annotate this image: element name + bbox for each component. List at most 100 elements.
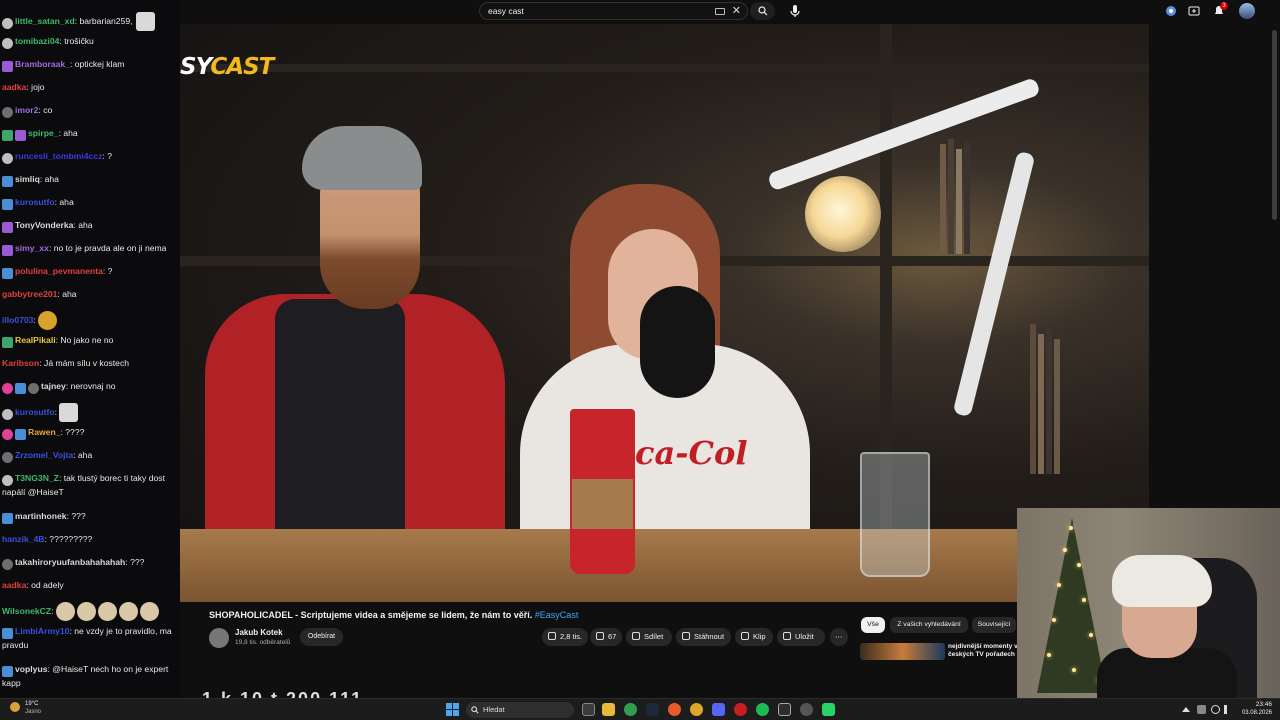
studio-icon[interactable]	[1164, 4, 1178, 18]
chat-username[interactable]: tajney	[41, 381, 66, 391]
chat-username[interactable]: Zrzomel_Vojta	[15, 450, 73, 460]
video-player[interactable]: SYCAST ca-Col	[180, 24, 1149, 602]
download-icon	[682, 632, 690, 640]
channel-name[interactable]: Jakub Kotek	[235, 628, 283, 637]
chat-username[interactable]: WilsonekCZ	[2, 606, 51, 616]
chat-username[interactable]: simy_xx	[15, 243, 49, 253]
chat-message: tajney: nerovnaj no	[2, 380, 178, 395]
discord-icon[interactable]	[712, 703, 725, 716]
badge-icon	[2, 409, 13, 420]
badge-icon	[15, 429, 26, 441]
keyboard-icon[interactable]	[715, 8, 725, 15]
steam-icon[interactable]	[646, 703, 659, 716]
chrome-icon[interactable]	[690, 703, 703, 716]
chat-text: ???	[71, 511, 86, 521]
clock-date[interactable]: 03.08.2026	[1238, 710, 1272, 716]
search-button[interactable]	[750, 2, 775, 20]
chat-username[interactable]: Bramboraak_	[15, 59, 70, 69]
create-icon[interactable]	[1187, 4, 1201, 18]
chat-text: optickej klam	[74, 59, 125, 69]
tray-chevron-icon[interactable]	[1182, 707, 1190, 712]
emote-icon	[97, 602, 117, 621]
chat-username[interactable]: aadka	[2, 580, 26, 590]
chat-username[interactable]: polulina_pevmanenta	[15, 266, 103, 276]
chat-message: little_satan_xd: barbarian259,	[2, 12, 178, 31]
chat-username[interactable]: gabbytree201	[2, 289, 57, 299]
network-icon[interactable]	[1211, 705, 1220, 714]
search-input[interactable]: easy cast ✕	[479, 2, 748, 20]
weather-icon[interactable]	[10, 702, 20, 712]
taskbar-search[interactable]: Hledat	[466, 702, 574, 718]
hashtag-link[interactable]: #EasyCast	[535, 610, 579, 620]
whatsapp-icon[interactable]	[822, 703, 835, 716]
file-explorer-icon[interactable]	[602, 703, 615, 716]
chat-username[interactable]: illo0703	[2, 315, 34, 325]
task-view-icon[interactable]	[582, 703, 595, 716]
chat-message: imor2: co	[2, 104, 178, 119]
chat-username[interactable]: TonyVonderka	[15, 220, 73, 230]
chat-text: ?	[107, 151, 112, 161]
scrollbar[interactable]	[1272, 30, 1277, 220]
chat-text: aha	[63, 128, 78, 138]
streamer-hair	[1112, 555, 1212, 607]
more-actions-button[interactable]: ⋯	[830, 628, 848, 646]
avatar[interactable]	[1239, 3, 1255, 19]
app-icon[interactable]	[778, 703, 791, 716]
chat-message: Karibson: Já mám sílu v kostech	[2, 358, 130, 368]
chat-text: trošičku	[64, 36, 94, 46]
chrome-icon[interactable]	[624, 703, 637, 716]
chat-username[interactable]: Rawen_	[28, 427, 60, 437]
firefox-icon[interactable]	[668, 703, 681, 716]
clock-time[interactable]: 23:46	[1242, 701, 1272, 708]
chat-message: aadka: od adely	[2, 580, 64, 590]
like-button[interactable]: 2,8 tis.	[542, 628, 588, 646]
chat-username[interactable]: kurosutfo	[15, 407, 55, 417]
chat-username[interactable]: imor2	[15, 105, 38, 115]
save-button[interactable]: Uložit	[777, 628, 825, 646]
badge-icon	[2, 222, 13, 234]
chat-message: TonyVonderka: aha	[2, 219, 178, 234]
chat-username[interactable]: little_satan_xd	[15, 16, 75, 26]
subscribe-button[interactable]: Odebírat	[300, 628, 343, 646]
chat-username[interactable]: martinhonek	[15, 511, 67, 521]
badge-icon	[2, 176, 13, 188]
chat-text: aha	[59, 197, 74, 207]
dislike-button[interactable]: 67	[590, 628, 622, 646]
man-cap	[302, 126, 422, 190]
recommended-video-thumbnail[interactable]	[860, 643, 945, 660]
channel-avatar[interactable]	[209, 628, 229, 648]
chat-username[interactable]: aadka	[2, 82, 26, 92]
voice-search-icon[interactable]	[787, 3, 803, 19]
app-icon[interactable]	[800, 703, 813, 716]
chat-username[interactable]: spirpe_	[28, 128, 59, 138]
youtube-top-bar: easy cast ✕ 3	[180, 0, 1280, 24]
download-button[interactable]: Stáhnout	[676, 628, 731, 646]
clear-search-icon[interactable]: ✕	[732, 4, 741, 17]
opera-icon[interactable]	[734, 703, 747, 716]
chip-related[interactable]: Související	[972, 617, 1016, 633]
chat-username[interactable]: voplyus	[15, 664, 47, 674]
chat-message: T3NG3N_Z: tak tlustý borec ti taky dost …	[2, 473, 165, 498]
share-button[interactable]: Sdílet	[626, 628, 672, 646]
badge-icon	[2, 268, 13, 280]
chat-username[interactable]: LimbiArmy10	[15, 626, 69, 636]
recommended-video-title[interactable]: nejdivnější momenty v českých TV pořadec…	[948, 643, 1018, 659]
clip-button[interactable]: Klip	[735, 628, 773, 646]
chat-username[interactable]: RealPikali	[15, 335, 56, 345]
volume-icon[interactable]	[1224, 705, 1233, 714]
chip-from-searches[interactable]: Z vašich vyhledávání	[890, 617, 968, 633]
chat-username[interactable]: hanzik_4B	[2, 534, 45, 544]
chat-username[interactable]: runcesli_tombmi4ccz	[15, 151, 102, 161]
channel-logo: SYCAST	[180, 54, 274, 80]
chat-username[interactable]: tomibazi04	[15, 36, 59, 46]
chat-username[interactable]: kurosutfo	[15, 197, 55, 207]
chip-all[interactable]: Vše	[861, 617, 885, 633]
windows-start-icon[interactable]	[446, 703, 459, 716]
emote-icon	[38, 311, 58, 330]
chat-username[interactable]: simliq	[15, 174, 40, 184]
spotify-icon[interactable]	[756, 703, 769, 716]
chat-username[interactable]: takahiroryuufanbahahahah	[15, 557, 125, 567]
chat-username[interactable]: T3NG3N_Z	[15, 473, 59, 483]
tray-app-icon[interactable]	[1197, 705, 1206, 714]
chat-username[interactable]: Karibson	[2, 358, 39, 368]
